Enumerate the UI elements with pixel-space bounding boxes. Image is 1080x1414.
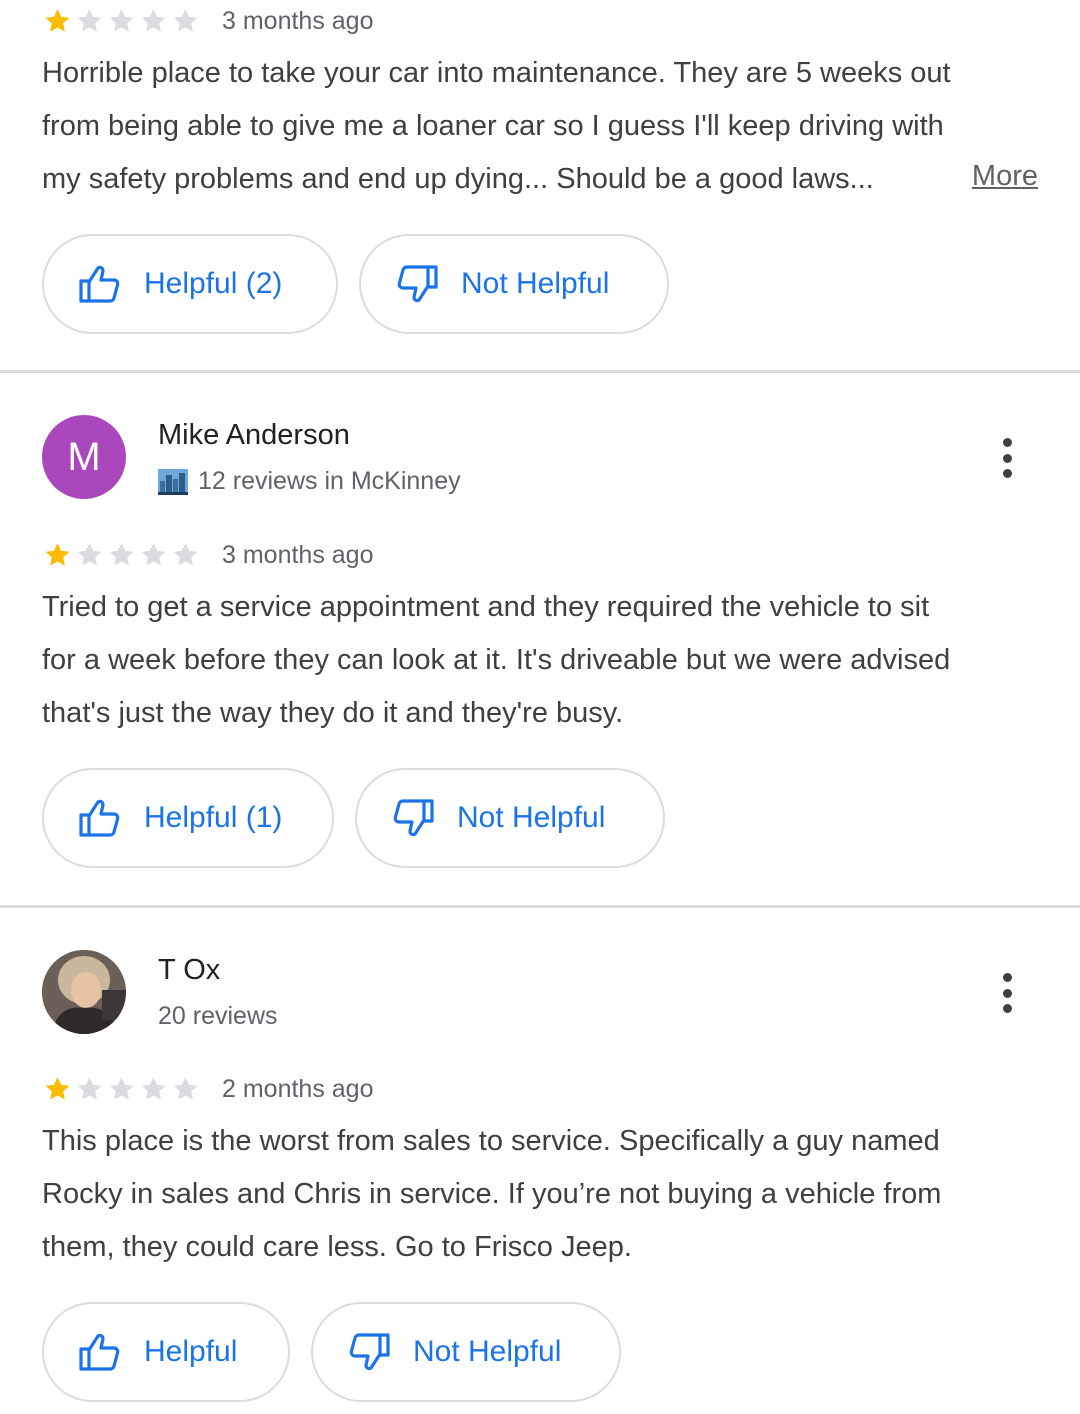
not-helpful-button[interactable]: Not Helpful: [311, 1302, 621, 1402]
review-text: Horrible place to take your car into mai…: [42, 47, 1042, 206]
more-options-button[interactable]: [992, 436, 1022, 480]
star-empty-icon: [106, 540, 137, 570]
star-rating: [42, 1074, 202, 1104]
star-empty-icon: [138, 540, 169, 570]
star-empty-icon: [74, 6, 105, 36]
helpful-label: Helpful (1): [144, 801, 283, 834]
review-text-line: that's just the way they do it and they'…: [42, 697, 624, 729]
author-meta: 12 reviews in McKinney: [158, 467, 461, 496]
star-empty-icon: [170, 540, 201, 570]
star-empty-icon: [170, 6, 201, 36]
avatar-letter: M: [67, 434, 101, 479]
helpful-button[interactable]: Helpful (1): [42, 768, 334, 868]
review-card-2: M Mike Anderson 12 reviews in McKinney 3…: [0, 373, 1080, 905]
author-meta: 20 reviews: [158, 1002, 278, 1031]
not-helpful-label: Not Helpful: [457, 801, 606, 834]
city-skyline-icon: [158, 468, 188, 495]
review-text: This place is the worst from sales to se…: [42, 1115, 1042, 1274]
review-card-3: T Ox 20 reviews 2 months ago This place …: [0, 908, 1080, 1414]
star-empty-icon: [106, 1074, 137, 1104]
helpful-button[interactable]: Helpful (2): [42, 234, 338, 334]
more-link[interactable]: More: [972, 160, 1038, 193]
review-card-1: 3 months ago Horrible place to take your…: [0, 0, 1080, 370]
more-options-button[interactable]: [992, 971, 1022, 1015]
star-empty-icon: [74, 1074, 105, 1104]
thumb-down-icon: [395, 264, 439, 304]
star-empty-icon: [106, 6, 137, 36]
review-time: 2 months ago: [222, 1074, 374, 1103]
review-text-line: Horrible place to take your car into mai…: [42, 57, 951, 89]
star-rating: [42, 540, 202, 570]
star-empty-icon: [74, 540, 105, 570]
thumb-down-icon: [391, 798, 435, 838]
helpful-label: Helpful (2): [144, 267, 283, 300]
star-filled-icon: [42, 6, 73, 36]
review-text-line: them, they could care less. Go to Frisco…: [42, 1231, 632, 1263]
star-rating: [42, 6, 202, 36]
star-filled-icon: [42, 1074, 73, 1104]
helpful-label: Helpful: [144, 1335, 238, 1368]
thumb-down-icon: [347, 1332, 391, 1372]
avatar[interactable]: [42, 950, 126, 1034]
review-text-line: from being able to give me a loaner car …: [42, 110, 944, 142]
more-dot-icon: [1002, 973, 1012, 982]
author-review-count: 12 reviews in McKinney: [198, 467, 461, 495]
star-empty-icon: [138, 6, 169, 36]
more-dot-icon: [1002, 1004, 1012, 1013]
not-helpful-button[interactable]: Not Helpful: [355, 768, 665, 868]
thumb-up-icon: [78, 264, 122, 304]
star-filled-icon: [42, 540, 73, 570]
avatar[interactable]: M: [42, 415, 126, 499]
helpful-button[interactable]: Helpful: [42, 1302, 290, 1402]
author-name[interactable]: T Ox: [158, 954, 220, 987]
not-helpful-button[interactable]: Not Helpful: [359, 234, 669, 334]
review-text-line: my safety problems and end up dying... S…: [42, 163, 874, 195]
not-helpful-label: Not Helpful: [413, 1335, 562, 1368]
profile-photo-icon: [42, 950, 126, 1034]
thumb-up-icon: [78, 1332, 122, 1372]
more-dot-icon: [1002, 438, 1012, 447]
review-text: Tried to get a service appointment and t…: [42, 581, 1042, 740]
rating-row: 3 months ago: [42, 6, 374, 36]
review-text-line: for a week before they can look at it. I…: [42, 644, 951, 676]
star-empty-icon: [138, 1074, 169, 1104]
author-review-count: 20 reviews: [158, 1002, 278, 1030]
rating-row: 3 months ago: [42, 540, 374, 570]
review-text-line: Rocky in sales and Chris in service. If …: [42, 1178, 942, 1210]
more-dot-icon: [1002, 469, 1012, 478]
thumb-up-icon: [78, 798, 122, 838]
review-time: 3 months ago: [222, 6, 374, 35]
more-dot-icon: [1002, 453, 1012, 463]
review-text-line: This place is the worst from sales to se…: [42, 1125, 940, 1157]
more-dot-icon: [1002, 988, 1012, 998]
review-text-line: Tried to get a service appointment and t…: [42, 591, 930, 623]
rating-row: 2 months ago: [42, 1074, 374, 1104]
not-helpful-label: Not Helpful: [461, 267, 610, 300]
author-name[interactable]: Mike Anderson: [158, 419, 350, 452]
star-empty-icon: [170, 1074, 201, 1104]
review-time: 3 months ago: [222, 540, 374, 569]
